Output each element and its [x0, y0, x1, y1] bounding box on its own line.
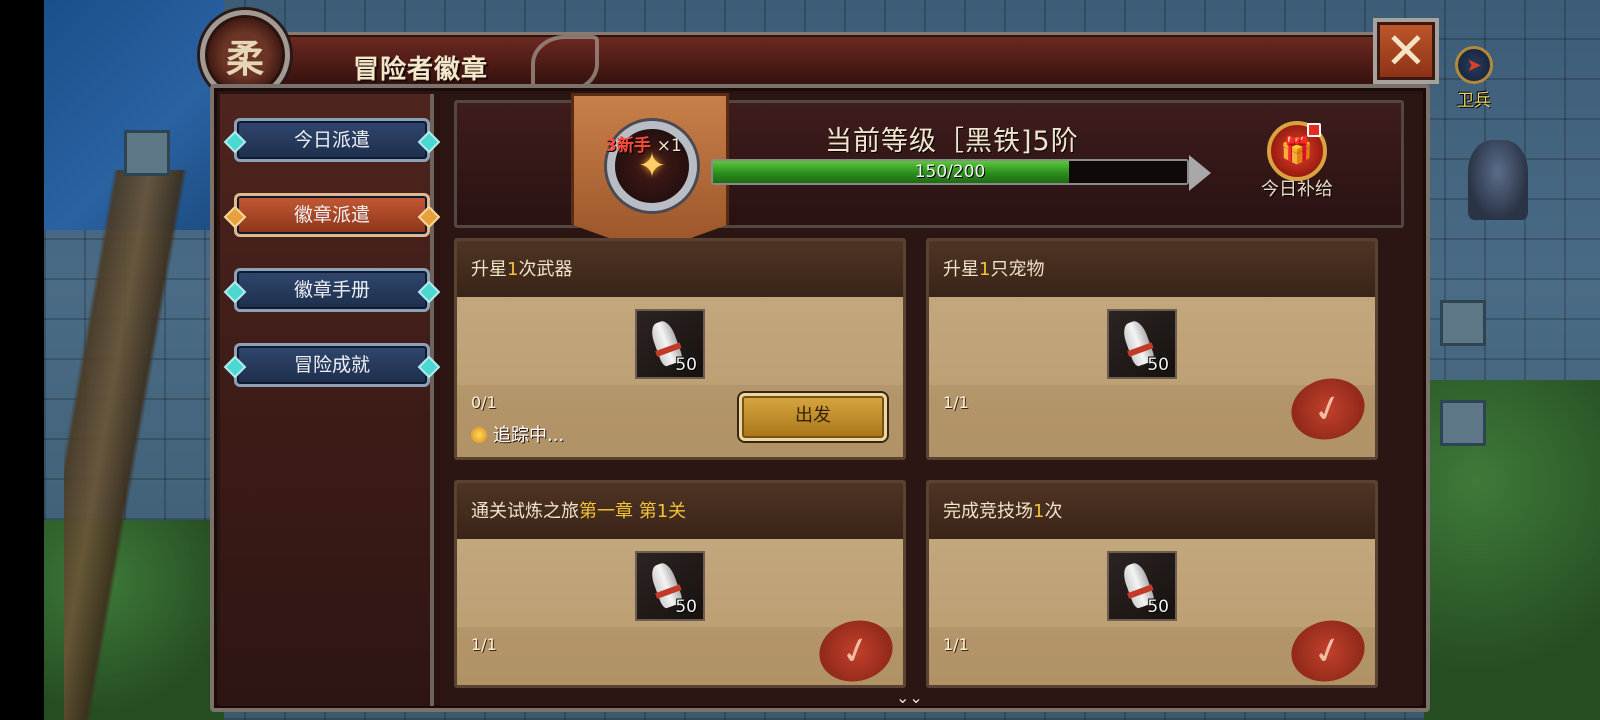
task-title-text: 只宠物 — [990, 259, 1045, 280]
scroll-down-icon[interactable]: ⌄⌄ — [896, 688, 923, 707]
sidebar-item-label: 今日派遣 — [293, 129, 370, 151]
reward-item-slot[interactable]: 50 — [635, 551, 705, 621]
task-title-text: 完成竞技场 — [943, 501, 1033, 522]
badge-tag: 3新手 ×1 — [605, 131, 682, 156]
reward-quantity: 50 — [675, 597, 697, 617]
adventurer-badge-window: 冒险者徽章 柔 ✕ 今日派遣 徽章派遣 徽章手册 冒险成就 ✦ 3新手 ×1 当… — [200, 10, 1439, 712]
reward-item-slot[interactable]: 50 — [1107, 309, 1177, 379]
tracking-icon — [471, 427, 487, 443]
badge-count: ×1 — [656, 136, 682, 156]
sidebar-item-adventure-achievements[interactable]: 冒险成就 — [234, 343, 430, 387]
guard-character[interactable] — [1468, 140, 1528, 220]
tracking-status: 追踪中... — [471, 421, 564, 447]
gift-box-icon: 🎁 — [1267, 121, 1327, 181]
task-title: 完成竞技场1次 — [929, 483, 1375, 539]
sidebar-item-label: 徽章手册 — [293, 279, 370, 301]
sidebar-item-label: 徽章派遣 — [293, 204, 370, 226]
task-card: 完成竞技场1次 50 1/1 ✓ — [926, 480, 1378, 688]
guard-label: 卫兵 — [1457, 91, 1491, 111]
stone-pillar — [1440, 400, 1486, 446]
current-rank-title: 当前等级［黑铁]5阶 — [825, 126, 1079, 157]
sidebar-item-label: 冒险成就 — [293, 354, 370, 376]
task-title-text: 次 — [1044, 501, 1063, 522]
task-title-text: 升星 — [471, 259, 507, 280]
sidebar-item-today-dispatch[interactable]: 今日派遣 — [234, 118, 430, 162]
task-title-text: 次武器 — [518, 259, 573, 280]
reward-item-slot[interactable]: 50 — [635, 309, 705, 379]
task-progress-count: 1/1 — [943, 635, 969, 654]
daily-gift-button[interactable]: 🎁 今日补给 — [1257, 121, 1337, 201]
tree-trunk — [64, 170, 214, 720]
rank-progress-text: 150/200 — [914, 162, 986, 182]
task-title-highlight: 1 — [979, 259, 991, 280]
task-card: 通关试炼之旅第一章 第1关 50 1/1 ✓ — [454, 480, 906, 688]
task-card: 升星1次武器 50 0/1 追踪中... 出发 — [454, 238, 906, 460]
window-title: 冒险者徽章 — [353, 55, 489, 85]
close-x-icon: ✕ — [1385, 22, 1427, 80]
task-title: 升星1次武器 — [457, 241, 903, 297]
arrow-right-icon — [1189, 155, 1211, 191]
task-progress-count: 1/1 — [943, 393, 969, 412]
sidebar: 今日派遣 徽章派遣 徽章手册 冒险成就 — [220, 94, 434, 706]
stone-pillar — [1440, 300, 1486, 346]
task-title: 升星1只宠物 — [929, 241, 1375, 297]
sidebar-item-badge-handbook[interactable]: 徽章手册 — [234, 268, 430, 312]
content-area: ✦ 3新手 ×1 当前等级［黑铁]5阶 150/200 🎁 今日补给 升星1次武… — [440, 93, 1420, 707]
task-progress-count: 0/1 — [471, 393, 497, 412]
reward-quantity: 50 — [1147, 355, 1169, 375]
guard-button[interactable]: ➤ 卫兵 — [1444, 46, 1504, 111]
reward-quantity: 50 — [1147, 597, 1169, 617]
tracking-text: 追踪中... — [493, 425, 565, 446]
task-card: 升星1只宠物 50 1/1 ✓ — [926, 238, 1378, 460]
sidebar-item-badge-dispatch[interactable]: 徽章派遣 — [234, 193, 430, 237]
notification-dot — [1307, 123, 1321, 137]
rank-progress-bar: 150/200 — [711, 155, 1211, 191]
stone-pillar — [124, 130, 170, 176]
window-body: 今日派遣 徽章派遣 徽章手册 冒险成就 ✦ 3新手 ×1 当前等级［黑铁]5阶 — [210, 84, 1430, 712]
rank-panel: ✦ 3新手 ×1 当前等级［黑铁]5阶 150/200 🎁 今日补给 — [454, 93, 1404, 253]
reward-item-slot[interactable]: 50 — [1107, 551, 1177, 621]
task-title-highlight: 1 — [1033, 501, 1045, 522]
reward-quantity: 50 — [675, 355, 697, 375]
task-title: 通关试炼之旅第一章 第1关 — [457, 483, 903, 539]
depart-button[interactable]: 出发 — [739, 393, 887, 441]
compass-icon: ➤ — [1455, 46, 1493, 84]
task-title-highlight: 1 — [507, 259, 519, 280]
close-button[interactable]: ✕ — [1373, 18, 1439, 84]
task-title-highlight: 第一章 第1关 — [579, 501, 687, 522]
badge-tag-text: 3新手 — [605, 136, 651, 156]
task-title-text: 通关试炼之旅 — [471, 501, 579, 522]
task-progress-count: 1/1 — [471, 635, 497, 654]
task-title-text: 升星 — [943, 259, 979, 280]
